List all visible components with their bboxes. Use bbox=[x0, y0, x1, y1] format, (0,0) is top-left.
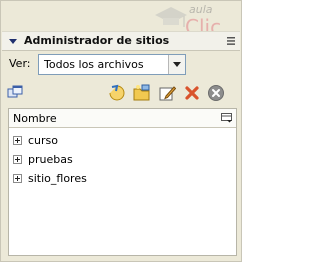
site-manager-panel: aula Clic Administrador de sitios Ver: T… bbox=[0, 0, 242, 262]
connect-icon[interactable] bbox=[108, 84, 126, 102]
view-filter-value: Todos los archivos bbox=[44, 58, 144, 71]
view-mode-icon[interactable] bbox=[7, 84, 25, 102]
column-header-label: Nombre bbox=[13, 112, 57, 125]
view-filter-select[interactable]: Todos los archivos bbox=[38, 54, 186, 75]
expand-icon[interactable] bbox=[13, 155, 22, 164]
tree-node-label[interactable]: pruebas bbox=[28, 153, 73, 166]
collapse-arrow-icon[interactable] bbox=[9, 39, 17, 44]
tree-node-curso[interactable]: curso bbox=[13, 133, 213, 149]
cancel-icon[interactable] bbox=[207, 84, 225, 102]
chevron-down-icon[interactable] bbox=[168, 55, 185, 74]
expand-icon[interactable] bbox=[13, 136, 22, 145]
delete-icon[interactable] bbox=[183, 84, 201, 102]
tree-node-sitio-flores[interactable]: sitio_flores bbox=[13, 171, 213, 187]
tree-node-label[interactable]: curso bbox=[28, 134, 58, 147]
panel-titlebar[interactable]: Administrador de sitios bbox=[2, 31, 240, 51]
panel-options-icon[interactable] bbox=[226, 36, 236, 46]
expand-icon[interactable] bbox=[13, 174, 22, 183]
column-options-icon[interactable] bbox=[221, 113, 232, 123]
tree-column-header[interactable]: Nombre bbox=[9, 109, 236, 128]
panel-title: Administrador de sitios bbox=[24, 34, 170, 47]
tree-node-pruebas[interactable]: pruebas bbox=[13, 152, 213, 168]
filter-label: Ver: bbox=[9, 57, 31, 70]
edit-icon[interactable] bbox=[158, 84, 176, 102]
site-tree[interactable]: Nombre curso pruebas sitio_flores bbox=[8, 108, 237, 256]
new-site-icon[interactable] bbox=[133, 84, 151, 102]
tree-node-label[interactable]: sitio_flores bbox=[28, 172, 87, 185]
